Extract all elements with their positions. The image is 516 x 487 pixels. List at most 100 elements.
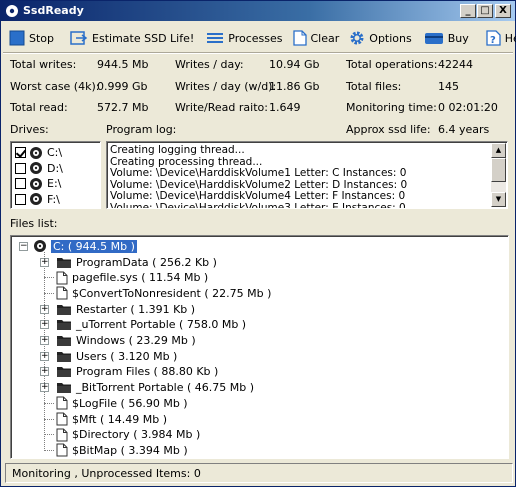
log-line: Creating processing thread... [110,155,263,168]
close-button[interactable]: X [495,4,511,18]
tree-branch-line [44,292,54,294]
tree-item-label: $LogFile ( 56.90 Mb ) [72,396,188,410]
drive-disk-icon [30,162,42,174]
file-icon [56,412,68,426]
app-window: SsdReady _ □ X Stop Estimate SSD Life! P… [0,0,516,487]
tree-item-label: $BitMap ( 3.394 Mb ) [72,443,188,457]
tree-file-item[interactable]: $Directory ( 3.984 Mb ) [39,427,200,443]
drive-checkbox[interactable] [15,162,26,174]
tree-folder-item[interactable]: + _uTorrent Portable ( 758.0 Mb ) [39,317,246,333]
total-files-label: Total files: [346,80,402,93]
help-button[interactable]: ? Help [481,26,516,50]
clear-label: Clear [310,31,340,45]
folder-icon [57,367,71,378]
drive-disk-icon [30,177,42,190]
writes-day-label: Writes / day: [175,58,244,71]
worst-case-value: 0.999 Gb [97,80,148,93]
tree-item-label: Program Files ( 88.80 Kb ) [76,365,219,379]
drive-item[interactable]: C:\ [15,145,62,160]
drive-checkbox[interactable] [15,193,26,205]
writes-day-wd-value: 11.86 Gb [269,80,320,93]
drive-item[interactable]: F:\ [15,192,60,207]
drive-checkbox[interactable] [15,178,26,189]
tree-folder-item[interactable]: + Program Files ( 88.80 Kb ) [39,364,218,380]
drive-disk-icon [30,146,42,159]
processes-button[interactable]: Processes [202,26,286,50]
tree-file-item[interactable]: pagefile.sys ( 11.54 Mb ) [39,270,208,286]
stop-label: Stop [29,31,55,45]
scroll-thumb[interactable] [491,158,506,182]
program-log-label: Program log: [106,123,177,136]
status-bar: Monitoring , Unprocessed Items: 0 [5,463,513,483]
tree-item-label: ProgramData ( 256.2 Kb ) [76,255,217,269]
log-line: Volume: \Device\HarddiskVolume1 Letter: … [110,167,407,179]
drive-item[interactable]: E:\ [15,176,61,191]
drives-list[interactable]: C:\ D:\ E:\ F:\ [10,141,101,209]
expand-icon[interactable]: + [40,336,49,345]
expand-icon[interactable]: + [40,257,49,267]
expand-icon[interactable]: + [40,351,49,361]
tree-folder-item[interactable]: + Restarter ( 1.391 Kb ) [39,301,195,317]
file-icon [56,396,68,410]
buy-label: Buy [447,31,469,45]
drive-label: C:\ [47,146,63,159]
log-line: Volume: \Device\HarddiskVolume2 Letter: … [110,178,408,191]
write-read-value: 1.649 [269,101,301,114]
file-icon [56,443,68,457]
tree-file-item[interactable]: $Mft ( 14.49 Mb ) [39,411,167,427]
files-list-label: Files list: [10,217,58,230]
list-icon [207,33,224,43]
expand-icon[interactable]: + [40,304,49,314]
total-files-value: 145 [438,80,459,93]
tree-item-label: pagefile.sys ( 11.54 Mb ) [72,271,209,285]
window-title: SsdReady [23,4,84,17]
estimate-icon [70,31,88,45]
estimate-button[interactable]: Estimate SSD Life! [66,26,198,50]
tree-folder-item[interactable]: + Users ( 3.120 Mb ) [39,348,177,364]
drive-label: D:\ [47,161,63,175]
tree-item-label: _BitTorrent Portable ( 46.75 Mb ) [76,381,255,395]
program-log[interactable]: Creating logging thread... Creating proce… [106,141,508,209]
clear-button[interactable]: Clear [289,26,344,50]
files-tree[interactable]: − C: ( 944.5 Mb ) + ProgramData ( 256.2 Kb … [10,235,509,459]
file-icon [56,286,68,300]
expand-icon[interactable]: + [40,367,49,377]
drives-label: Drives: [10,123,49,136]
file-icon [56,271,68,285]
app-logo-icon [6,5,18,17]
collapse-icon[interactable]: − [19,241,28,251]
expand-icon[interactable]: + [40,383,49,393]
tree-root-drive[interactable]: − C: ( 944.5 Mb ) [19,238,137,254]
card-icon [424,33,443,44]
tree-item-label: _uTorrent Portable ( 758.0 Mb ) [76,318,247,332]
scroll-down-arrow-icon[interactable]: ▼ [491,192,506,207]
scroll-up-arrow-icon[interactable]: ▲ [491,143,506,158]
tree-branch-line [44,449,54,451]
root-disk-icon [34,240,46,252]
options-button[interactable]: Options [345,26,415,50]
drive-checkbox[interactable] [15,147,26,158]
writes-day-wd-label: Writes / day (w/d): [175,80,277,93]
tree-item-label: Restarter ( 1.391 Kb ) [76,302,196,316]
tree-file-item[interactable]: $LogFile ( 56.90 Mb ) [39,395,188,411]
tree-folder-item[interactable]: + ProgramData ( 256.2 Kb ) [39,254,217,270]
total-writes-label: Total writes: [10,58,77,71]
tree-branch-line [44,402,54,404]
tree-file-item[interactable]: $BitMap ( 3.394 Mb ) [39,442,188,458]
minimize-button[interactable]: _ [460,4,476,18]
title-bar[interactable]: SsdReady _ □ X [1,1,515,21]
log-scrollbar[interactable]: ▲ ▼ [491,143,506,207]
folder-icon [57,304,71,315]
tree-branch-line [44,418,54,420]
writes-day-value: 10.94 Gb [269,58,320,71]
tree-file-item[interactable]: $ConvertToNonresident ( 22.75 Mb ) [39,285,271,301]
drive-label: E:\ [47,177,62,190]
buy-button[interactable]: Buy [420,26,473,50]
stop-button[interactable]: Stop [5,26,58,50]
tree-folder-item[interactable]: + Windows ( 23.29 Mb ) [39,333,196,349]
maximize-button[interactable]: □ [477,4,493,18]
tree-folder-item[interactable]: + _BitTorrent Portable ( 46.75 Mb ) [39,380,254,396]
drive-item[interactable]: D:\ [15,161,63,176]
expand-icon[interactable]: + [40,320,49,330]
ssd-life-value: 6.4 years [438,123,490,136]
